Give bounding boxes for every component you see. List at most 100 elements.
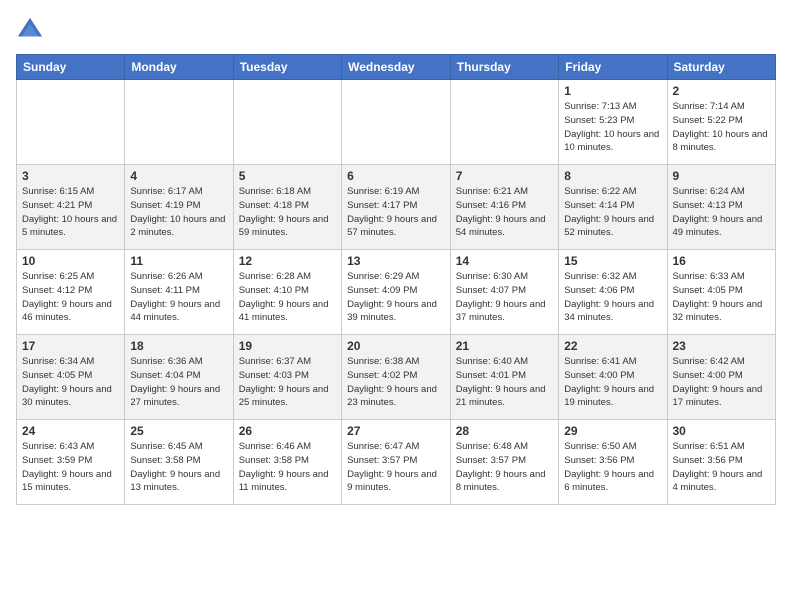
- day-info: Sunrise: 6:43 AM Sunset: 3:59 PM Dayligh…: [22, 440, 119, 495]
- weekday-header-tuesday: Tuesday: [233, 55, 341, 80]
- day-number: 22: [564, 339, 661, 353]
- calendar-day: [125, 80, 233, 165]
- logo: [16, 16, 48, 44]
- day-number: 9: [673, 169, 771, 183]
- day-info: Sunrise: 7:13 AM Sunset: 5:23 PM Dayligh…: [564, 100, 661, 155]
- day-info: Sunrise: 6:36 AM Sunset: 4:04 PM Dayligh…: [130, 355, 227, 410]
- day-number: 29: [564, 424, 661, 438]
- day-number: 27: [347, 424, 445, 438]
- day-number: 28: [456, 424, 553, 438]
- day-number: 4: [130, 169, 227, 183]
- day-info: Sunrise: 6:22 AM Sunset: 4:14 PM Dayligh…: [564, 185, 661, 240]
- day-info: Sunrise: 6:30 AM Sunset: 4:07 PM Dayligh…: [456, 270, 553, 325]
- weekday-header-thursday: Thursday: [450, 55, 558, 80]
- weekday-header-monday: Monday: [125, 55, 233, 80]
- calendar-day: 30 Sunrise: 6:51 AM Sunset: 3:56 PM Dayli…: [667, 420, 776, 505]
- weekday-header-saturday: Saturday: [667, 55, 776, 80]
- calendar-week-1: 1 Sunrise: 7:13 AM Sunset: 5:23 PM Daylig…: [17, 80, 776, 165]
- day-info: Sunrise: 6:51 AM Sunset: 3:56 PM Dayligh…: [673, 440, 771, 495]
- day-number: 3: [22, 169, 119, 183]
- calendar-week-2: 3 Sunrise: 6:15 AM Sunset: 4:21 PM Daylig…: [17, 165, 776, 250]
- day-info: Sunrise: 6:46 AM Sunset: 3:58 PM Dayligh…: [239, 440, 336, 495]
- calendar-day: 24 Sunrise: 6:43 AM Sunset: 3:59 PM Dayli…: [17, 420, 125, 505]
- day-number: 7: [456, 169, 553, 183]
- day-number: 1: [564, 84, 661, 98]
- day-number: 5: [239, 169, 336, 183]
- day-number: 6: [347, 169, 445, 183]
- calendar-day: 4 Sunrise: 6:17 AM Sunset: 4:19 PM Daylig…: [125, 165, 233, 250]
- day-info: Sunrise: 6:33 AM Sunset: 4:05 PM Dayligh…: [673, 270, 771, 325]
- calendar-week-4: 17 Sunrise: 6:34 AM Sunset: 4:05 PM Dayli…: [17, 335, 776, 420]
- calendar-day: 27 Sunrise: 6:47 AM Sunset: 3:57 PM Dayli…: [342, 420, 451, 505]
- calendar-day: 19Sunrise: 6:37 AM Sunset: 4:03 PM Dayli…: [233, 335, 341, 420]
- day-number: 26: [239, 424, 336, 438]
- day-info: Sunrise: 6:48 AM Sunset: 3:57 PM Dayligh…: [456, 440, 553, 495]
- day-info: Sunrise: 6:18 AM Sunset: 4:18 PM Dayligh…: [239, 185, 336, 240]
- calendar-day: 16 Sunrise: 6:33 AM Sunset: 4:05 PM Dayli…: [667, 250, 776, 335]
- day-info: Sunrise: 6:47 AM Sunset: 3:57 PM Dayligh…: [347, 440, 445, 495]
- calendar-header: SundayMondayTuesdayWednesdayThursdayFrid…: [17, 55, 776, 80]
- calendar-day: 6 Sunrise: 6:19 AM Sunset: 4:17 PM Daylig…: [342, 165, 451, 250]
- day-number: 12: [239, 254, 336, 268]
- day-number: 20: [347, 339, 445, 353]
- day-number: 30: [673, 424, 771, 438]
- calendar-day: 20 Sunrise: 6:38 AM Sunset: 4:02 PM Dayli…: [342, 335, 451, 420]
- page-header: [16, 16, 776, 44]
- calendar-table: SundayMondayTuesdayWednesdayThursdayFrid…: [16, 54, 776, 505]
- day-info: Sunrise: 6:32 AM Sunset: 4:06 PM Dayligh…: [564, 270, 661, 325]
- calendar-day: 8 Sunrise: 6:22 AM Sunset: 4:14 PM Daylig…: [559, 165, 667, 250]
- calendar-day: 28 Sunrise: 6:48 AM Sunset: 3:57 PM Dayli…: [450, 420, 558, 505]
- calendar-day: 21Sunrise: 6:40 AM Sunset: 4:01 PM Dayli…: [450, 335, 558, 420]
- day-info: Sunrise: 6:25 AM Sunset: 4:12 PM Dayligh…: [22, 270, 119, 325]
- calendar-day: 13 Sunrise: 6:29 AM Sunset: 4:09 PM Dayli…: [342, 250, 451, 335]
- calendar-day: 22 Sunrise: 6:41 AM Sunset: 4:00 PM Dayli…: [559, 335, 667, 420]
- day-info: Sunrise: 6:41 AM Sunset: 4:00 PM Dayligh…: [564, 355, 661, 410]
- weekday-header-row: SundayMondayTuesdayWednesdayThursdayFrid…: [17, 55, 776, 80]
- calendar-day: 9 Sunrise: 6:24 AM Sunset: 4:13 PM Daylig…: [667, 165, 776, 250]
- day-number: 23: [673, 339, 771, 353]
- calendar-day: [450, 80, 558, 165]
- day-number: 24: [22, 424, 119, 438]
- calendar-day: 29 Sunrise: 6:50 AM Sunset: 3:56 PM Dayli…: [559, 420, 667, 505]
- day-number: 16: [673, 254, 771, 268]
- day-number: 14: [456, 254, 553, 268]
- calendar-day: 26 Sunrise: 6:46 AM Sunset: 3:58 PM Dayli…: [233, 420, 341, 505]
- day-info: Sunrise: 6:15 AM Sunset: 4:21 PM Dayligh…: [22, 185, 119, 240]
- day-info: Sunrise: 6:17 AM Sunset: 4:19 PM Dayligh…: [130, 185, 227, 240]
- day-number: 11: [130, 254, 227, 268]
- calendar-day: [233, 80, 341, 165]
- day-info: Sunrise: 6:19 AM Sunset: 4:17 PM Dayligh…: [347, 185, 445, 240]
- day-info: Sunrise: 6:50 AM Sunset: 3:56 PM Dayligh…: [564, 440, 661, 495]
- day-info: Sunrise: 6:29 AM Sunset: 4:09 PM Dayligh…: [347, 270, 445, 325]
- day-number: 8: [564, 169, 661, 183]
- calendar-day: 2Sunrise: 7:14 AM Sunset: 5:22 PM Daylig…: [667, 80, 776, 165]
- day-info: Sunrise: 6:37 AM Sunset: 4:03 PM Dayligh…: [239, 355, 336, 410]
- calendar-day: 18Sunrise: 6:36 AM Sunset: 4:04 PM Dayli…: [125, 335, 233, 420]
- day-number: 25: [130, 424, 227, 438]
- calendar-day: 5 Sunrise: 6:18 AM Sunset: 4:18 PM Daylig…: [233, 165, 341, 250]
- day-info: Sunrise: 6:38 AM Sunset: 4:02 PM Dayligh…: [347, 355, 445, 410]
- calendar-week-5: 24 Sunrise: 6:43 AM Sunset: 3:59 PM Dayli…: [17, 420, 776, 505]
- day-info: Sunrise: 6:21 AM Sunset: 4:16 PM Dayligh…: [456, 185, 553, 240]
- calendar-day: 23 Sunrise: 6:42 AM Sunset: 4:00 PM Dayli…: [667, 335, 776, 420]
- calendar-day: [17, 80, 125, 165]
- day-info: Sunrise: 6:34 AM Sunset: 4:05 PM Dayligh…: [22, 355, 119, 410]
- day-number: 21: [456, 339, 553, 353]
- calendar-day: 11Sunrise: 6:26 AM Sunset: 4:11 PM Dayli…: [125, 250, 233, 335]
- day-number: 10: [22, 254, 119, 268]
- calendar-day: 15Sunrise: 6:32 AM Sunset: 4:06 PM Dayli…: [559, 250, 667, 335]
- calendar-day: 10 Sunrise: 6:25 AM Sunset: 4:12 PM Dayli…: [17, 250, 125, 335]
- calendar-day: 3 Sunrise: 6:15 AM Sunset: 4:21 PM Daylig…: [17, 165, 125, 250]
- logo-icon: [16, 16, 44, 44]
- weekday-header-friday: Friday: [559, 55, 667, 80]
- calendar-day: 25 Sunrise: 6:45 AM Sunset: 3:58 PM Dayli…: [125, 420, 233, 505]
- day-info: Sunrise: 6:24 AM Sunset: 4:13 PM Dayligh…: [673, 185, 771, 240]
- day-number: 17: [22, 339, 119, 353]
- day-info: Sunrise: 6:28 AM Sunset: 4:10 PM Dayligh…: [239, 270, 336, 325]
- weekday-header-wednesday: Wednesday: [342, 55, 451, 80]
- calendar-day: 1 Sunrise: 7:13 AM Sunset: 5:23 PM Daylig…: [559, 80, 667, 165]
- day-number: 13: [347, 254, 445, 268]
- calendar-day: 17 Sunrise: 6:34 AM Sunset: 4:05 PM Dayli…: [17, 335, 125, 420]
- day-info: Sunrise: 6:42 AM Sunset: 4:00 PM Dayligh…: [673, 355, 771, 410]
- day-info: Sunrise: 6:45 AM Sunset: 3:58 PM Dayligh…: [130, 440, 227, 495]
